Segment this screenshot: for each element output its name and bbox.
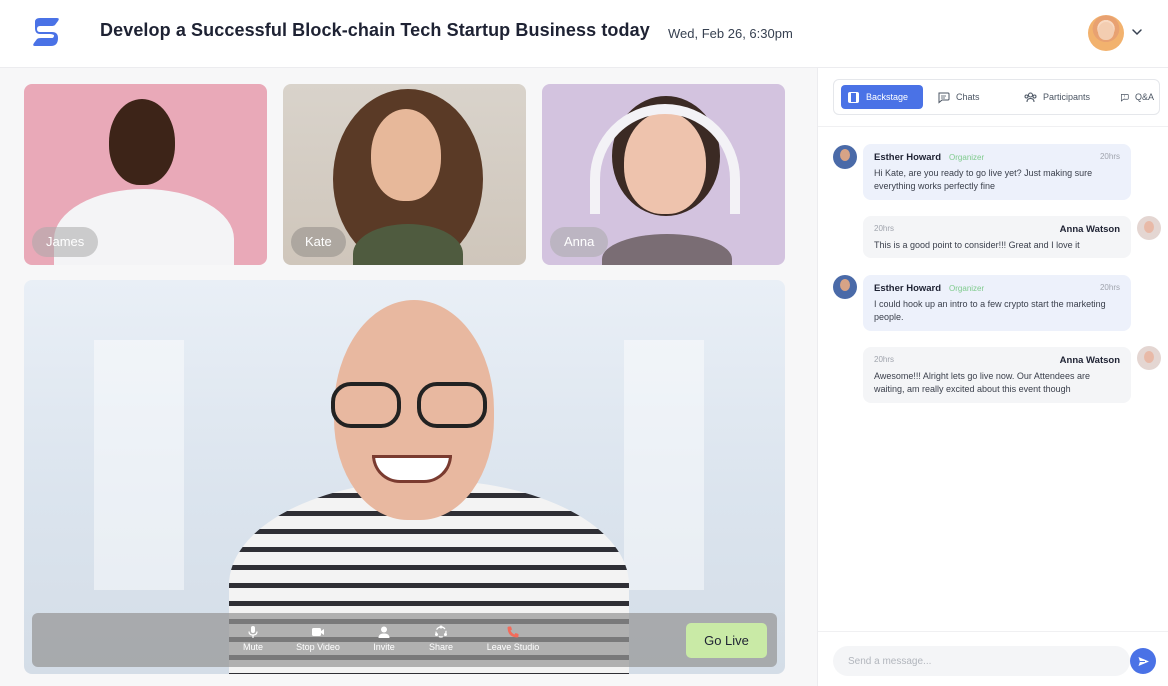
message-time: 20hrs [1099, 152, 1120, 161]
stop-video-button[interactable]: Stop Video [292, 625, 344, 652]
chat-message: Esther Howard Organizer 20hrs Hi Kate, ar… [863, 144, 1131, 200]
background-window [94, 340, 184, 590]
tab-backstage[interactable]: Backstage [841, 85, 923, 109]
tab-participants[interactable]: Participants [1018, 85, 1108, 109]
chat-message: Esther Howard Organizer 20hrs I could hoo… [863, 275, 1131, 331]
message-input[interactable] [833, 646, 1130, 676]
glasses-shape [417, 382, 487, 428]
background-window [624, 340, 704, 590]
divider [818, 126, 1168, 127]
participant-name-tag: James [32, 227, 99, 257]
invite-button[interactable]: Invite [370, 625, 398, 652]
share-button[interactable]: Share [427, 625, 455, 652]
message-role: Organizer [949, 284, 985, 293]
message-header: Esther Howard Organizer 20hrs [874, 152, 1120, 163]
chevron-down-icon[interactable] [1131, 26, 1143, 38]
message-sender: Anna Watson [1059, 355, 1120, 366]
participant-name-tag: Anna [550, 227, 609, 257]
avatar[interactable] [1137, 346, 1161, 370]
message-text: I could hook up an intro to a few crypto… [874, 299, 1106, 322]
microphone-icon [248, 626, 258, 638]
share-icon [435, 625, 447, 638]
avatar[interactable] [833, 275, 857, 299]
message-sender: Esther Howard [874, 283, 942, 294]
video-camera-icon [312, 628, 324, 636]
message-text: This is a good point to consider!!! Grea… [874, 240, 1080, 250]
chat-bubble-icon [938, 92, 950, 104]
participant-name-tag: Kate [291, 227, 346, 257]
participant-tile-kate[interactable]: Kate [283, 84, 526, 265]
send-button[interactable] [1130, 648, 1156, 674]
backstage-icon [848, 91, 859, 103]
chat-message: 20hrs Anna Watson This is a good point t… [863, 216, 1131, 258]
share-label: Share [428, 642, 454, 652]
participant-tile-james[interactable]: James [24, 84, 267, 265]
divider [818, 631, 1168, 632]
avatar[interactable] [1137, 216, 1161, 240]
side-panel: Backstage Chats Participants ! Q&A Esthe… [817, 68, 1168, 686]
participant-tile-anna[interactable]: Anna [542, 84, 785, 265]
stop-video-label: Stop Video [296, 642, 340, 652]
message-header: 20hrs Anna Watson [874, 355, 1120, 366]
video-stage: James Kate Anna Mute Stop Video Invite S… [0, 68, 817, 686]
invite-label: Invite [373, 642, 395, 652]
leave-studio-label: Leave Studio [486, 642, 540, 652]
tab-label: Chats [956, 92, 980, 102]
glasses-shape [331, 382, 401, 428]
tab-label: Participants [1043, 92, 1091, 102]
top-header: Develop a Successful Block-chain Tech St… [0, 0, 1168, 68]
participants-icon [1024, 92, 1037, 102]
message-header: Esther Howard Organizer 20hrs [874, 283, 1120, 294]
message-time: 20hrs [1099, 283, 1120, 292]
send-icon [1138, 656, 1149, 666]
message-text: Hi Kate, are you ready to go live yet? J… [874, 168, 1093, 191]
tab-label: Q&A [1134, 92, 1154, 102]
go-live-button[interactable]: Go Live [686, 623, 767, 658]
headphones-shape [590, 104, 740, 214]
participant-head [371, 109, 441, 201]
chat-message: 20hrs Anna Watson Awesome!!! Alright let… [863, 347, 1131, 403]
message-time: 20hrs [874, 355, 895, 364]
message-role: Organizer [949, 153, 985, 162]
call-control-bar: Mute Stop Video Invite Share Leave Studi… [32, 613, 777, 667]
tab-chats[interactable]: Chats [931, 85, 993, 109]
participant-figure [602, 234, 732, 265]
event-title: Develop a Successful Block-chain Tech St… [100, 20, 650, 40]
user-avatar[interactable] [1088, 15, 1124, 51]
tab-label: Backstage [866, 92, 909, 102]
svg-text:!: ! [1124, 94, 1126, 99]
phone-icon [507, 626, 519, 638]
question-bubble-icon: ! [1121, 93, 1129, 102]
message-sender: Anna Watson [1059, 224, 1120, 235]
user-icon [378, 626, 390, 638]
tab-qa[interactable]: ! Q&A [1114, 85, 1160, 109]
mute-label: Mute [242, 642, 263, 652]
leave-studio-button[interactable]: Leave Studio [484, 625, 542, 652]
avatar[interactable] [833, 145, 857, 169]
message-header: 20hrs Anna Watson [874, 224, 1120, 235]
message-text: Awesome!!! Alright lets go live now. Our… [874, 371, 1090, 394]
mute-button[interactable]: Mute [240, 625, 266, 652]
panel-tabs: Backstage Chats Participants ! Q&A [833, 79, 1160, 115]
app-logo-icon[interactable] [30, 16, 62, 48]
event-datetime: Wed, Feb 26, 6:30pm [668, 26, 793, 41]
participant-head [109, 99, 175, 185]
message-sender: Esther Howard [874, 152, 942, 163]
message-time: 20hrs [874, 224, 895, 233]
